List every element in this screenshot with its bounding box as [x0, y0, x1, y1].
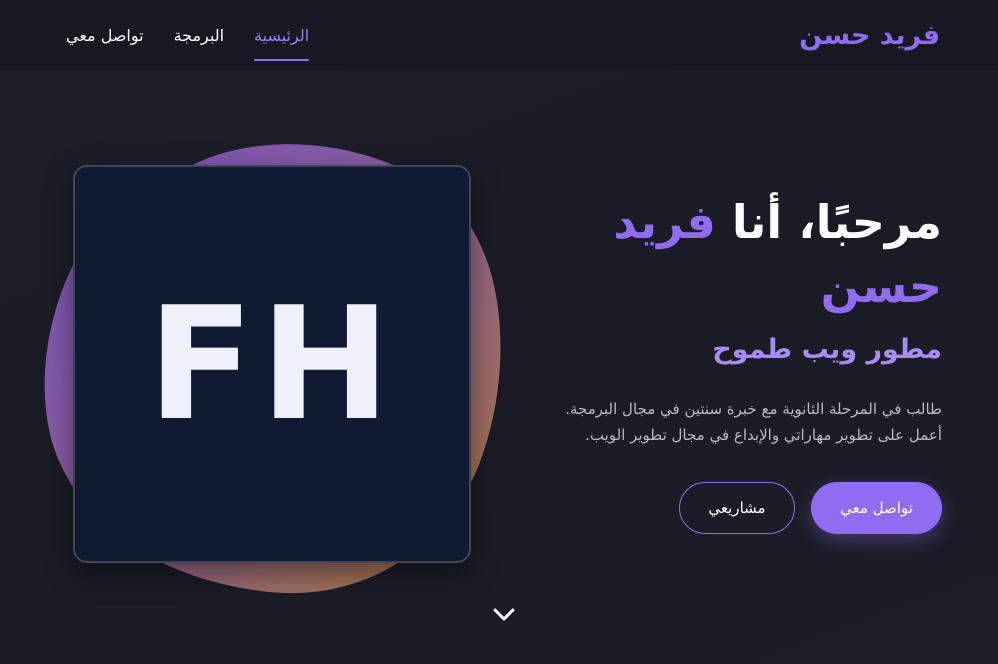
- scroll-down-button[interactable]: [489, 602, 519, 626]
- nav-link-programming[interactable]: البرمجة: [174, 20, 224, 51]
- avatar-card: FH: [73, 165, 471, 563]
- hero-title: مرحبًا، أنا فريد حسن: [502, 190, 942, 318]
- navbar: فريد حسن الرئيسية البرمجة تواصل معي: [0, 0, 998, 70]
- avatar-initials: FH: [147, 273, 397, 455]
- nav-links: الرئيسية البرمجة تواصل معي: [66, 20, 310, 61]
- contact-button[interactable]: تواصل معي: [811, 482, 942, 534]
- hero-buttons: تواصل معي مشاريعي: [502, 482, 942, 534]
- chevron-down-icon: [493, 608, 515, 621]
- nav-link-contact[interactable]: تواصل معي: [66, 20, 144, 51]
- hero-title-prefix: مرحبًا، أنا: [731, 195, 942, 249]
- nav-link-home[interactable]: الرئيسية: [254, 20, 310, 61]
- hero-description: طالب في المرحلة الثانوية مع خبرة سنتين ف…: [502, 396, 942, 448]
- brand-logo[interactable]: فريد حسن: [799, 20, 940, 51]
- hero-description-line2: أعمل على تطوير مهاراتي والإبداع في مجال …: [585, 426, 942, 444]
- hero-subtitle: مطور ويب طموح: [712, 334, 942, 365]
- hero-description-line1: طالب في المرحلة الثانوية مع خبرة سنتين ف…: [565, 400, 942, 418]
- hero-section: مرحبًا، أنا فريد حسن مطور ويب طموح طالب …: [502, 190, 942, 534]
- projects-button[interactable]: مشاريعي: [679, 482, 795, 534]
